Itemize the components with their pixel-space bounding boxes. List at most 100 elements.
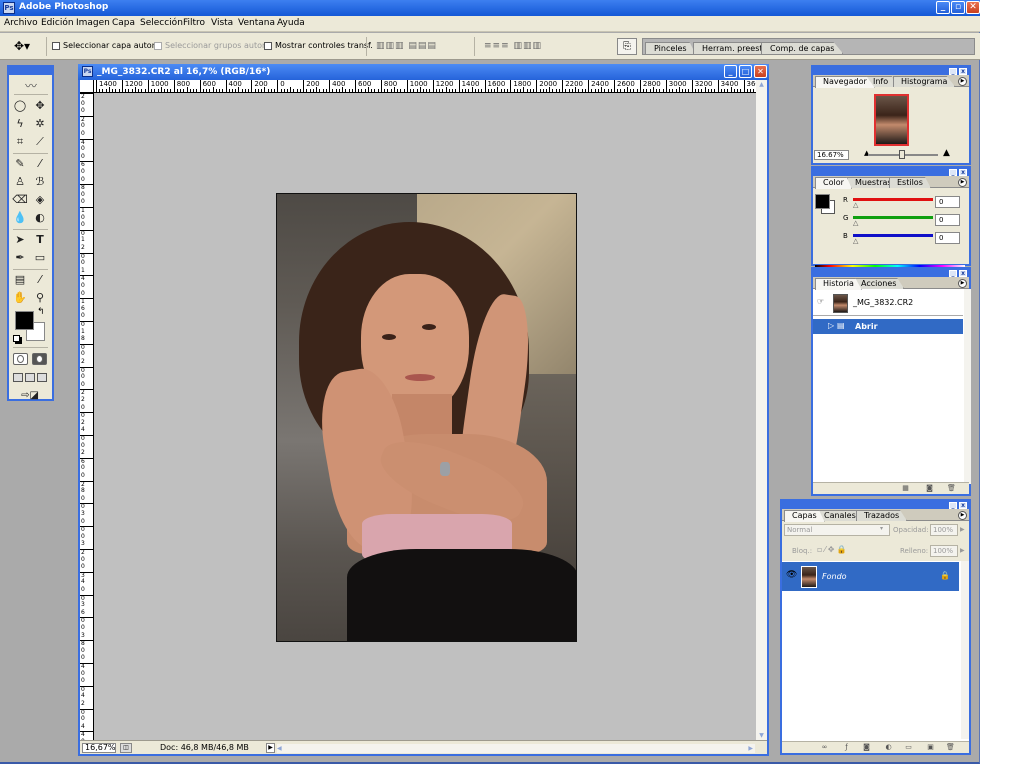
panel-minimize-button[interactable]: _ bbox=[949, 270, 957, 277]
link-layers-icon[interactable]: ∞ bbox=[820, 743, 829, 751]
tab-historia[interactable]: Historia bbox=[815, 278, 862, 290]
zoom-in-icon[interactable]: ▲ bbox=[943, 148, 950, 158]
foreground-color-swatch[interactable] bbox=[15, 311, 34, 330]
menu-edicion[interactable]: Edición bbox=[41, 18, 74, 28]
zoom-level-field[interactable]: 16,67% bbox=[82, 743, 116, 753]
quick-mask-mode-icon[interactable] bbox=[32, 353, 47, 365]
panel-menu-icon[interactable]: ▶ bbox=[958, 279, 967, 288]
opacity-arrow-icon[interactable]: ▶ bbox=[960, 526, 965, 533]
tab-navegador[interactable]: Navegador bbox=[815, 76, 875, 88]
menu-filtro[interactable]: Filtro bbox=[183, 18, 205, 28]
well-tab-comp-de-capas[interactable]: Comp. de capas bbox=[761, 42, 844, 54]
distribute-icons[interactable]: ≡≡≡ ▥▥▥ bbox=[484, 41, 542, 51]
green-slider[interactable] bbox=[853, 216, 933, 219]
green-slider-knob[interactable]: △ bbox=[853, 220, 858, 227]
blend-mode-dropdown-icon[interactable]: ▾ bbox=[880, 525, 883, 532]
show-transform-controls-checkbox[interactable]: Mostrar controles transf. bbox=[264, 41, 373, 50]
delete-state-icon[interactable]: 🗑 bbox=[947, 484, 956, 492]
close-button[interactable]: ✕ bbox=[966, 1, 980, 14]
paint-bucket-tool-icon[interactable]: ◈ bbox=[31, 191, 49, 208]
restore-button[interactable]: ▫ bbox=[951, 1, 965, 14]
hand-tool-icon[interactable]: ✋ bbox=[11, 289, 29, 306]
status-menu-arrow-icon[interactable]: ▶ bbox=[266, 743, 275, 753]
scroll-up-icon[interactable]: ▲ bbox=[757, 80, 766, 89]
navigator-thumbnail[interactable] bbox=[874, 94, 909, 146]
scroll-down-icon[interactable]: ▼ bbox=[757, 731, 766, 740]
lock-icons[interactable]: ▫⁄✥🔒 bbox=[817, 545, 848, 554]
menu-seleccion[interactable]: Selección bbox=[140, 18, 183, 28]
layer-row-fondo[interactable]: 👁 Fondo 🔒 bbox=[782, 562, 959, 591]
panel-minimize-button[interactable]: _ bbox=[949, 68, 957, 75]
shape-tool-icon[interactable]: ▭ bbox=[31, 249, 49, 266]
magic-wand-tool-icon[interactable]: ✲ bbox=[31, 115, 49, 132]
canvas-area[interactable] bbox=[94, 93, 756, 740]
menu-archivo[interactable]: Archivo bbox=[4, 18, 38, 28]
panel-minimize-button[interactable]: _ bbox=[949, 502, 957, 509]
align-icons[interactable]: ▥▥▥ ▤▤▤ bbox=[376, 41, 437, 51]
layer-visibility-eye-icon[interactable]: 👁 bbox=[786, 570, 797, 580]
crop-tool-icon[interactable]: ⌗ bbox=[11, 133, 29, 150]
menu-vista[interactable]: Vista bbox=[211, 18, 233, 28]
file-browser-icon[interactable]: ⎘ bbox=[617, 38, 637, 55]
zoom-tool-icon[interactable]: ⚲ bbox=[31, 289, 49, 306]
layers-scrollbar[interactable] bbox=[961, 561, 969, 739]
panel-menu-icon[interactable]: ▶ bbox=[958, 77, 967, 86]
navigator-zoom-field[interactable]: 16.67% bbox=[814, 150, 849, 160]
snapshot-brush-icon[interactable]: ☞ bbox=[817, 297, 824, 306]
green-value-field[interactable]: 0 bbox=[935, 214, 960, 226]
status-info-icon[interactable]: ◫ bbox=[120, 743, 132, 753]
default-colors-icon[interactable] bbox=[13, 335, 20, 342]
vertical-ruler[interactable]: 2002004006008001000120014001600180020002… bbox=[80, 93, 94, 740]
panel-menu-icon[interactable]: ▶ bbox=[958, 178, 967, 187]
new-layer-icon[interactable]: ▣ bbox=[926, 743, 935, 751]
auto-select-layer-checkbox[interactable]: Seleccionar capa autom. bbox=[52, 41, 162, 50]
healing-brush-tool-icon[interactable]: ✎ bbox=[11, 155, 29, 172]
standard-mode-icon[interactable] bbox=[13, 353, 28, 365]
red-slider[interactable] bbox=[853, 198, 933, 201]
history-brush-tool-icon[interactable]: ℬ bbox=[31, 173, 49, 190]
fill-arrow-icon[interactable]: ▶ bbox=[960, 547, 965, 554]
minimize-button[interactable]: _ bbox=[936, 1, 950, 14]
document-vertical-scrollbar[interactable]: ▲ ▼ bbox=[756, 80, 767, 740]
brush-tool-icon[interactable]: ⁄ bbox=[31, 155, 49, 172]
blur-tool-icon[interactable]: 💧 bbox=[11, 209, 29, 226]
opacity-field[interactable]: 100% bbox=[930, 524, 958, 536]
tab-acciones[interactable]: Acciones bbox=[853, 278, 905, 289]
panel-close-button[interactable]: x bbox=[959, 502, 967, 509]
new-group-icon[interactable]: ▭ bbox=[904, 743, 913, 751]
menu-imagen[interactable]: Imagen bbox=[76, 18, 110, 28]
panel-minimize-button[interactable]: _ bbox=[949, 169, 957, 176]
jump-to-imageready-icon[interactable]: ⇨◪ bbox=[15, 387, 45, 404]
doc-minimize-button[interactable]: _ bbox=[724, 65, 737, 78]
full-screen-menu-mode-icon[interactable] bbox=[25, 373, 35, 382]
navigator-slider-knob[interactable] bbox=[899, 150, 905, 159]
new-document-from-state-icon[interactable]: ▦ bbox=[901, 484, 910, 492]
tab-histograma[interactable]: Histograma bbox=[893, 76, 956, 87]
dodge-tool-icon[interactable]: ◐ bbox=[31, 209, 49, 226]
menu-capa[interactable]: Capa bbox=[112, 18, 135, 28]
photo-canvas[interactable] bbox=[276, 193, 577, 642]
well-tab-pinceles[interactable]: Pinceles bbox=[645, 42, 696, 54]
blend-mode-select[interactable]: Normal bbox=[784, 524, 890, 536]
standard-screen-mode-icon[interactable] bbox=[13, 373, 23, 382]
blue-slider-knob[interactable]: △ bbox=[853, 238, 858, 245]
notes-tool-icon[interactable]: ▤ bbox=[11, 271, 29, 288]
doc-close-button[interactable]: ✕ bbox=[754, 65, 767, 78]
swap-colors-icon[interactable]: ↰ bbox=[37, 307, 45, 317]
eyedropper-tool-icon[interactable]: ⁄ bbox=[31, 271, 49, 288]
slice-tool-icon[interactable]: ⟋ bbox=[31, 133, 49, 150]
menu-ventana[interactable]: Ventana bbox=[238, 18, 275, 28]
eraser-tool-icon[interactable]: ⌫ bbox=[11, 191, 29, 208]
path-selection-tool-icon[interactable]: ➤ bbox=[11, 231, 29, 248]
tab-estilos[interactable]: Estilos bbox=[889, 177, 931, 188]
marquee-tool-icon[interactable]: ◯ bbox=[11, 97, 29, 114]
panel-close-button[interactable]: x bbox=[959, 270, 967, 277]
red-value-field[interactable]: 0 bbox=[935, 196, 960, 208]
blue-slider[interactable] bbox=[853, 234, 933, 237]
history-scrollbar[interactable] bbox=[964, 289, 971, 484]
history-state-marker-icon[interactable]: ▷ bbox=[828, 321, 834, 330]
scroll-right-icon[interactable]: ▶ bbox=[748, 744, 753, 753]
history-snapshot-row[interactable]: ☞ _MG_3832.CR2 bbox=[813, 291, 963, 314]
move-tool-preset-icon[interactable]: ✥▾ bbox=[14, 39, 30, 53]
fill-field[interactable]: 100% bbox=[930, 545, 958, 557]
